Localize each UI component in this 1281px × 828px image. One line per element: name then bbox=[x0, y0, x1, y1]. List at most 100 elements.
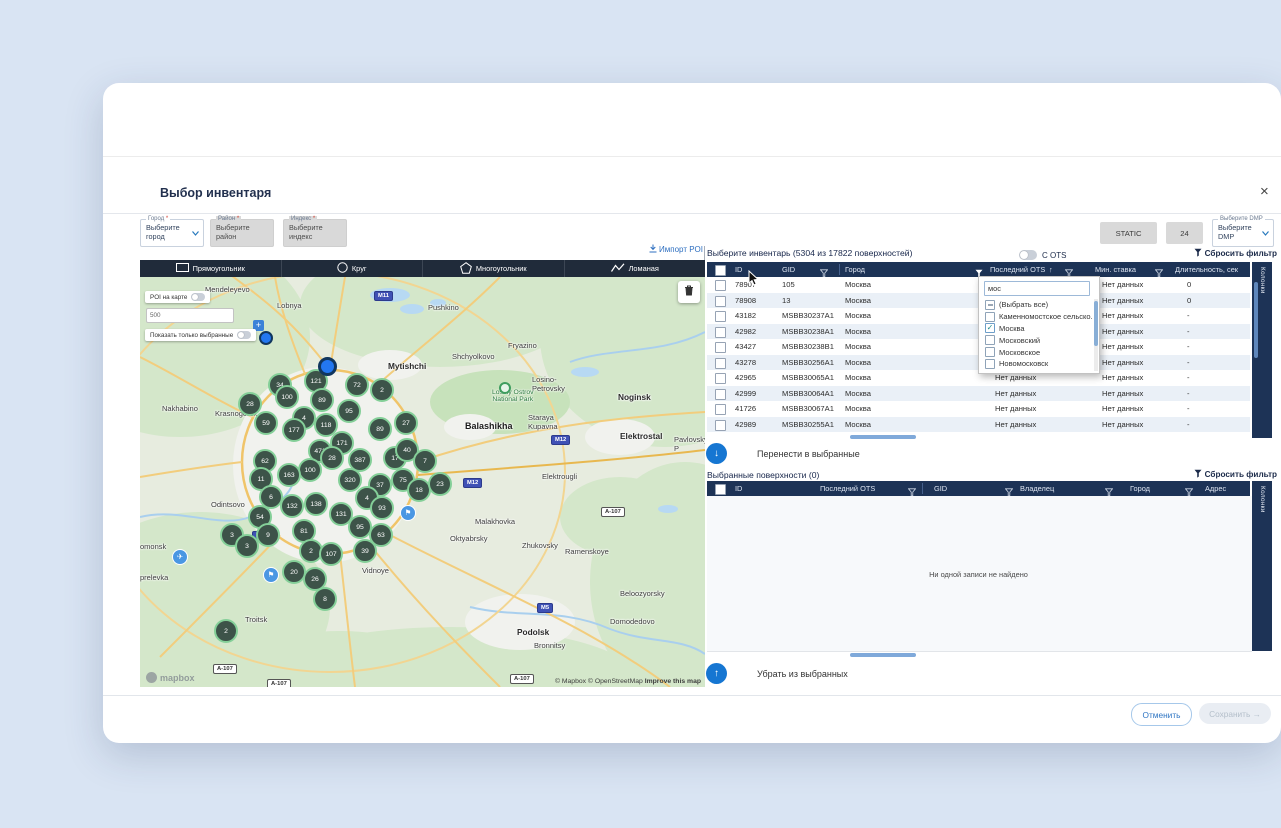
index-select[interactable]: Индекс * Выберите индекс bbox=[283, 219, 347, 247]
show-only-selected-toggle[interactable] bbox=[237, 331, 251, 339]
mapbox-logo[interactable]: mapbox bbox=[146, 672, 195, 683]
map-cluster[interactable]: 23 bbox=[428, 472, 452, 496]
map-cluster[interactable]: 8 bbox=[313, 587, 337, 611]
dropdown-option[interactable]: Новомосковск bbox=[979, 358, 1093, 370]
cancel-button[interactable]: Отменить bbox=[1131, 703, 1192, 726]
close-icon[interactable]: × bbox=[1260, 185, 1269, 199]
column-id[interactable]: ID bbox=[735, 262, 742, 277]
map-cluster[interactable]: 7 bbox=[413, 449, 437, 473]
column-min-rate[interactable]: Мин. ставка bbox=[1095, 262, 1136, 277]
map-flag-marker-icon[interactable]: ⚑ bbox=[400, 505, 416, 521]
select-all-checkbox[interactable] bbox=[715, 484, 726, 495]
option-checkbox[interactable] bbox=[985, 347, 995, 357]
row-checkbox[interactable] bbox=[715, 404, 726, 415]
map-cluster[interactable]: 9 bbox=[256, 523, 280, 547]
map-cluster[interactable]: 39 bbox=[353, 539, 377, 563]
poi-radius-input[interactable] bbox=[146, 308, 234, 323]
map-cluster[interactable]: 59 bbox=[254, 411, 278, 435]
dropdown-search-input[interactable] bbox=[984, 281, 1090, 296]
select-all-checkbox[interactable] bbox=[715, 265, 726, 276]
window-dot-green-icon[interactable] bbox=[191, 113, 208, 130]
row-checkbox[interactable] bbox=[715, 389, 726, 400]
map-cluster[interactable]: 138 bbox=[304, 492, 328, 516]
map-cluster[interactable]: 163 bbox=[277, 463, 301, 487]
row-checkbox[interactable] bbox=[715, 373, 726, 384]
selected-hscrollbar[interactable] bbox=[850, 653, 916, 657]
row-checkbox[interactable] bbox=[715, 296, 726, 307]
district-select[interactable]: Район * Выберите район bbox=[210, 219, 274, 247]
improve-map-link[interactable]: Improve this map bbox=[645, 678, 701, 685]
window-dot-yellow-icon[interactable] bbox=[163, 113, 180, 130]
city-select[interactable]: Город * Выберите город bbox=[140, 219, 204, 247]
column-city[interactable]: Город bbox=[1130, 481, 1150, 496]
table-row[interactable]: 42999MSBB30064A1МоскваНет данныхНет данн… bbox=[707, 386, 1250, 402]
column-city[interactable]: Город bbox=[845, 262, 865, 277]
inventory-hscrollbar[interactable] bbox=[850, 435, 916, 439]
column-owner[interactable]: Владелец bbox=[1020, 481, 1054, 496]
row-checkbox[interactable] bbox=[715, 327, 726, 338]
column-last-ots[interactable]: Последний OTS bbox=[820, 481, 875, 496]
map-tool-rectangle[interactable]: Прямоугольник bbox=[140, 260, 282, 277]
row-checkbox[interactable] bbox=[715, 280, 726, 291]
map-cluster[interactable]: 72 bbox=[345, 373, 369, 397]
dropdown-option[interactable]: Московское bbox=[979, 346, 1093, 358]
row-checkbox[interactable] bbox=[715, 358, 726, 369]
delete-shape-button[interactable] bbox=[678, 281, 700, 303]
column-last-ots[interactable]: Последний OTS bbox=[990, 262, 1045, 277]
map-cluster[interactable]: 93 bbox=[370, 496, 394, 520]
option-checkbox[interactable] bbox=[985, 300, 995, 310]
map-flag-marker-icon[interactable]: ⚑ bbox=[263, 567, 279, 583]
row-checkbox[interactable] bbox=[715, 420, 726, 431]
map-tool-circle[interactable]: Круг bbox=[282, 260, 424, 277]
dmp-select[interactable]: Выберите DMP Выберите DMP bbox=[1212, 219, 1274, 247]
map-cluster[interactable]: 89 bbox=[368, 417, 392, 441]
map-cluster[interactable]: 28 bbox=[320, 446, 344, 470]
reset-filter-selected[interactable]: Сбросить фильтр bbox=[1127, 469, 1277, 479]
map-tool-polygon[interactable]: Многоугольник bbox=[423, 260, 565, 277]
move-to-selected-button[interactable]: ↓ Перенести в выбранные bbox=[706, 443, 860, 464]
window-dot-red-icon[interactable] bbox=[135, 113, 152, 130]
map-cluster[interactable]: 107 bbox=[319, 542, 343, 566]
poi-on-map-toggle[interactable] bbox=[191, 293, 205, 301]
option-checkbox[interactable]: ✓ bbox=[985, 323, 995, 333]
map-tool-polyline[interactable]: Ломаная bbox=[565, 260, 706, 277]
table-row[interactable]: 42989MSBB30255A1МоскваНет данныхНет данн… bbox=[707, 417, 1250, 433]
map-cluster[interactable]: 27 bbox=[394, 411, 418, 435]
map-cluster[interactable]: 95 bbox=[337, 399, 361, 423]
import-poi-link[interactable]: Импорт POI bbox=[603, 244, 703, 254]
column-id[interactable]: ID bbox=[735, 481, 742, 496]
dropdown-option[interactable]: ✓Москва bbox=[979, 323, 1093, 335]
column-gid[interactable]: GID bbox=[782, 262, 795, 277]
map-park-marker-icon[interactable] bbox=[499, 382, 511, 394]
static-field[interactable]: STATIC bbox=[1100, 222, 1157, 244]
map-cluster[interactable]: 3 bbox=[235, 534, 259, 558]
table-row[interactable]: 41726MSBB30067A1МоскваНет данныхНет данн… bbox=[707, 401, 1250, 417]
map-cluster[interactable]: 100 bbox=[275, 385, 299, 409]
map-dot-marker-icon[interactable] bbox=[259, 331, 273, 345]
map-cluster[interactable]: 177 bbox=[282, 418, 306, 442]
column-address[interactable]: Адрес bbox=[1205, 481, 1226, 496]
map-plane-marker-icon[interactable]: ✈ bbox=[172, 549, 188, 565]
option-checkbox[interactable] bbox=[985, 312, 995, 322]
inventory-vscrollbar[interactable] bbox=[1254, 282, 1258, 358]
option-checkbox[interactable] bbox=[985, 359, 995, 369]
map-cluster[interactable]: 2 bbox=[214, 619, 238, 643]
column-gid[interactable]: GID bbox=[934, 481, 947, 496]
option-checkbox[interactable] bbox=[985, 335, 995, 345]
map-cluster[interactable]: 89 bbox=[310, 388, 334, 412]
columns-tab-selected[interactable]: Колонки bbox=[1252, 481, 1272, 651]
ots-toggle[interactable] bbox=[1019, 250, 1037, 260]
dropdown-scrollbar[interactable] bbox=[1094, 299, 1098, 371]
dropdown-option[interactable]: (Выбрать все) bbox=[979, 299, 1093, 311]
map[interactable]: MendeleyevoLobnyaPushkinoFryazinoShchyol… bbox=[140, 277, 705, 687]
sort-asc-icon[interactable]: ↑ bbox=[1049, 262, 1053, 277]
dropdown-option[interactable]: Каменномостское сельско... bbox=[979, 311, 1093, 323]
reset-filter-inventory[interactable]: Сбросить фильтр bbox=[1127, 248, 1277, 258]
duration-field[interactable]: 24 bbox=[1166, 222, 1203, 244]
columns-tab-inventory[interactable]: Колонки bbox=[1252, 262, 1272, 438]
table-row[interactable]: 43402MSBB30255B1МоскваНет данныхНет данн… bbox=[707, 432, 1250, 434]
remove-from-selected-button[interactable]: ↑ Убрать из выбранных bbox=[706, 663, 848, 684]
row-checkbox[interactable] bbox=[715, 342, 726, 353]
map-cluster[interactable]: 132 bbox=[280, 494, 304, 518]
dropdown-option[interactable]: Московский bbox=[979, 334, 1093, 346]
